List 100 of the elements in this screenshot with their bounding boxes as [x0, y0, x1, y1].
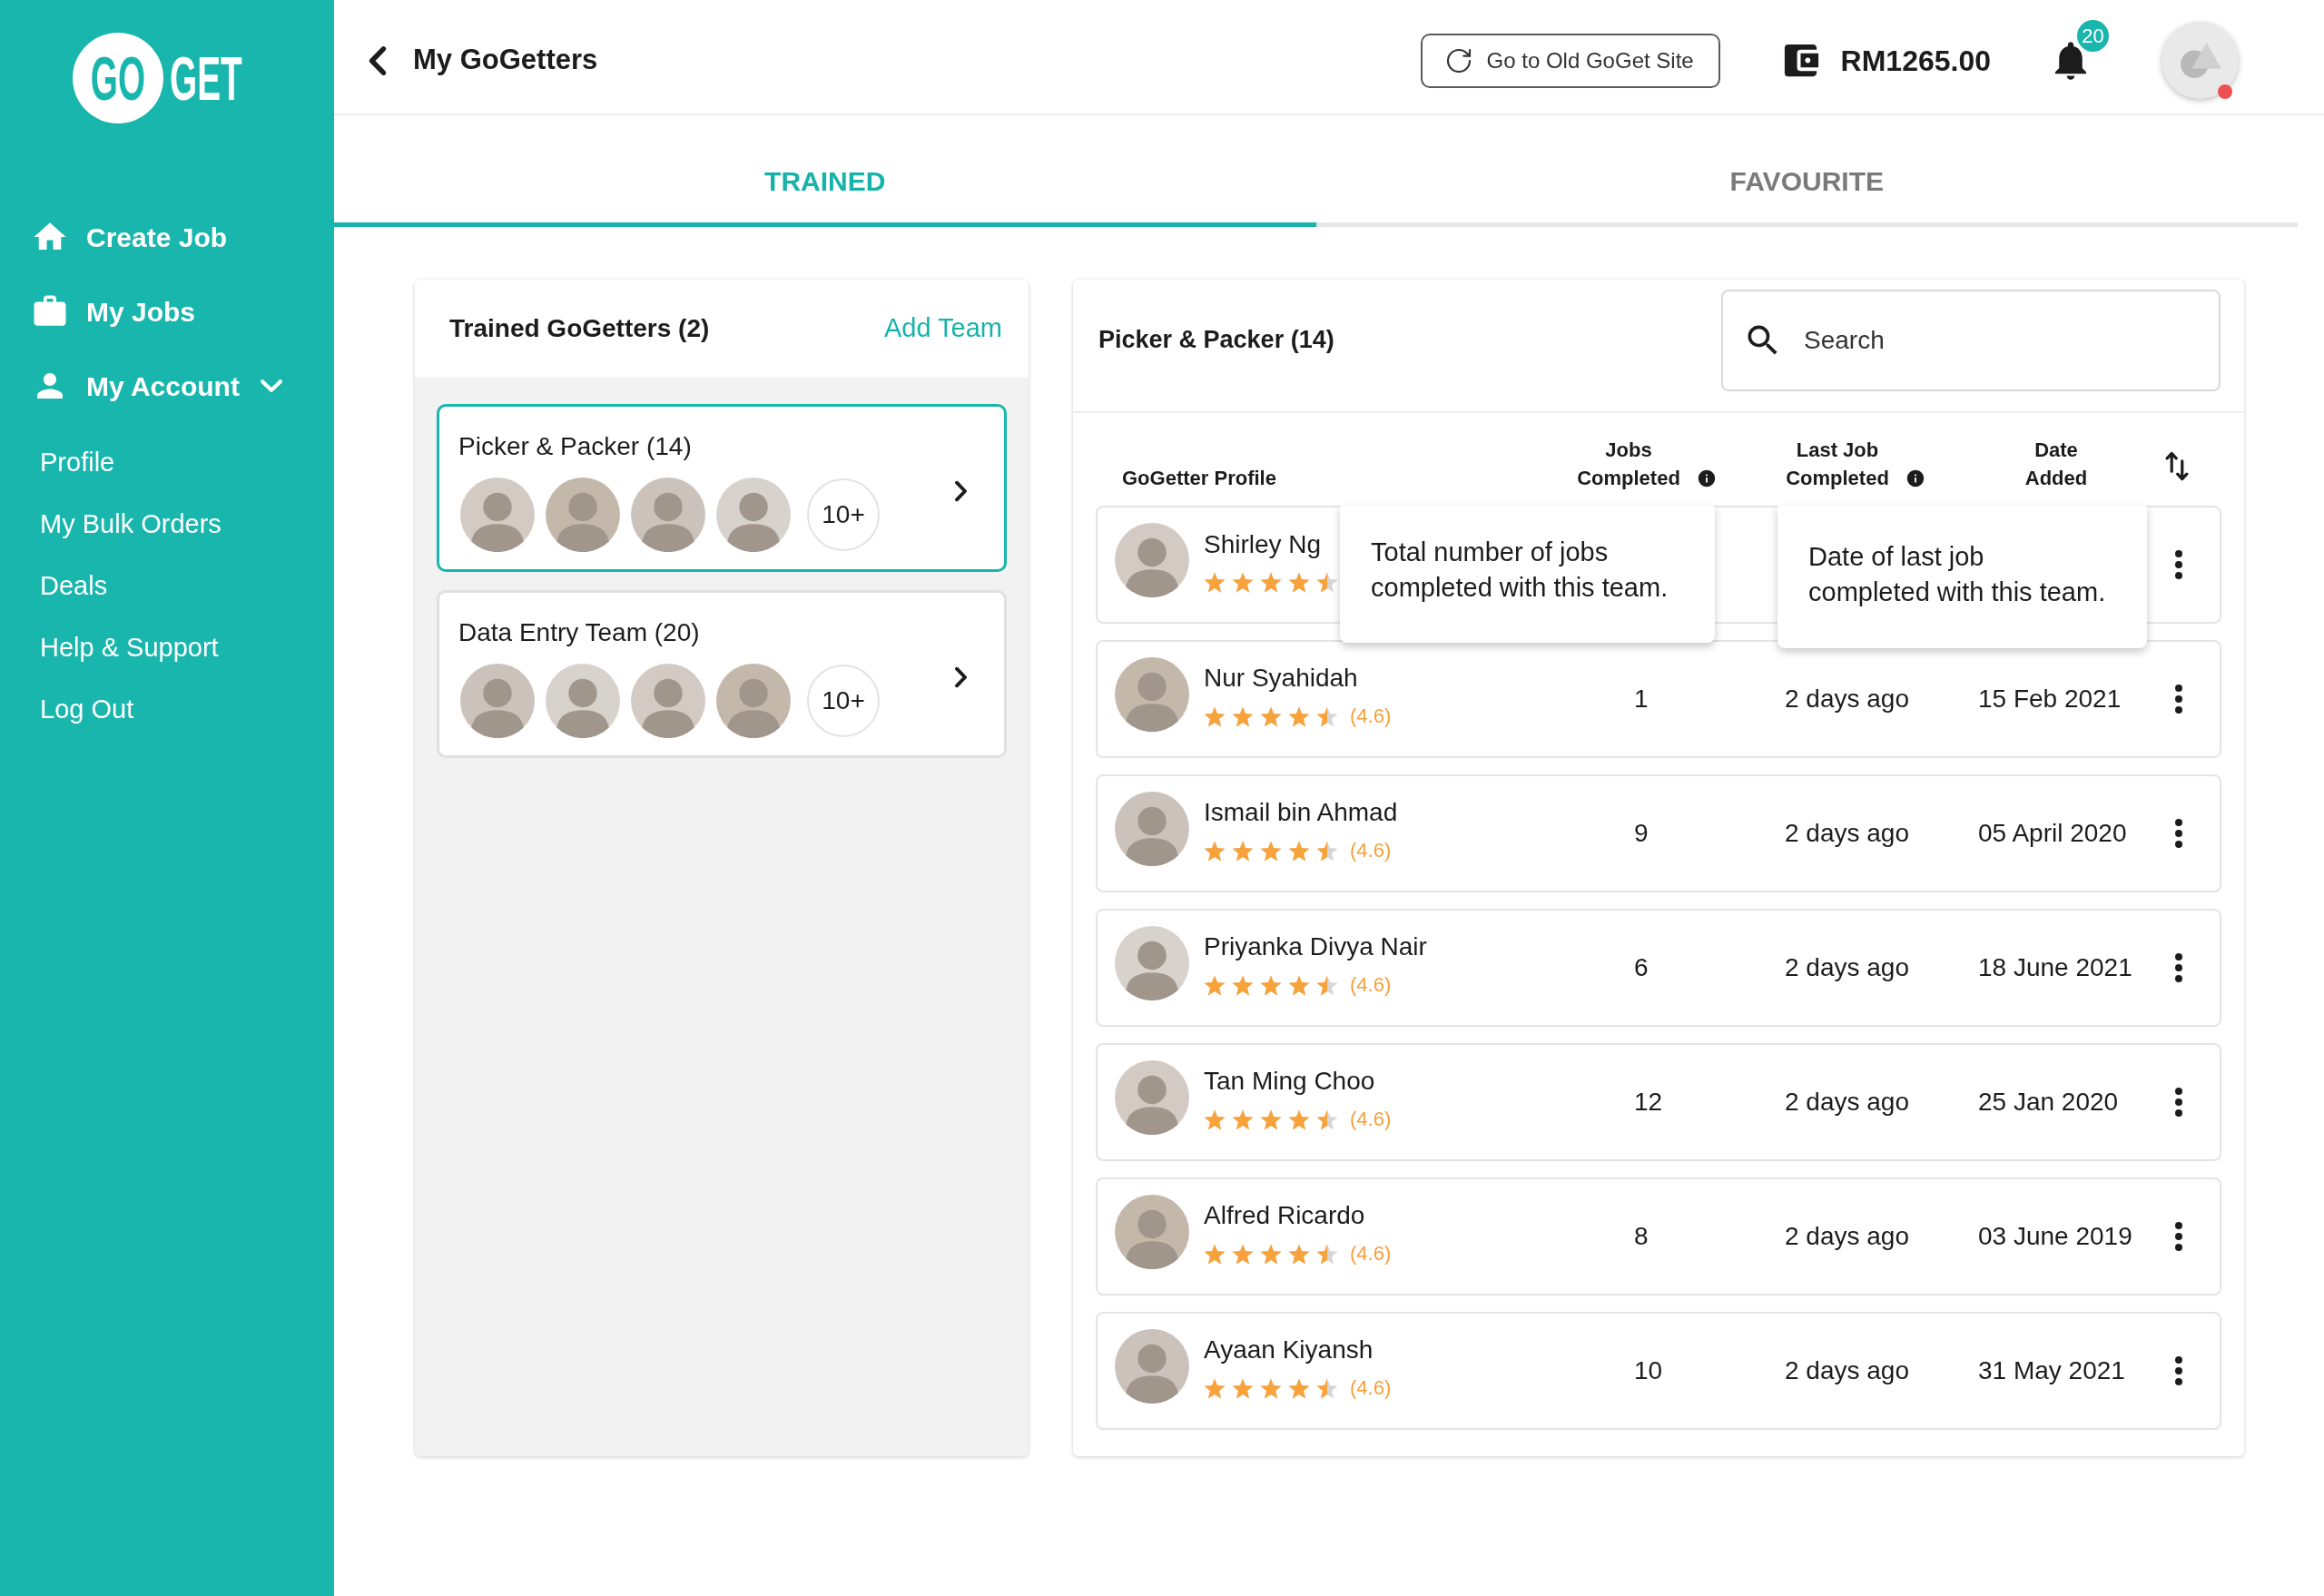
more-options-button[interactable] [2175, 685, 2182, 714]
star-icon [1288, 571, 1310, 593]
star-icon [1204, 974, 1226, 996]
jobs-count: 9 [1634, 819, 1649, 847]
more-options-button[interactable] [2175, 953, 2182, 982]
info-icon[interactable] [1905, 468, 1925, 488]
column-header: GoGetter Profile [1122, 467, 1276, 489]
jobs-count: 12 [1634, 1088, 1663, 1116]
star-icon [1204, 705, 1226, 727]
rating-value: (4.6) [1350, 840, 1392, 862]
star-icon [1260, 705, 1282, 727]
person-avatar-icon [1115, 792, 1189, 866]
chevron-right-icon [954, 479, 968, 502]
member-name: Ayaan Kiyansh [1204, 1335, 1374, 1365]
person-avatar-icon [1115, 523, 1189, 597]
person-avatar-icon [1115, 926, 1189, 1000]
star-icon [1316, 705, 1338, 727]
star-icon [1288, 1377, 1310, 1399]
more-options-button[interactable] [2175, 550, 2182, 579]
date-added: 05 April 2020 [1978, 819, 2127, 847]
nav-subitem[interactable]: Profile [40, 443, 115, 483]
more-options-button[interactable] [2175, 819, 2182, 848]
star-icon [1316, 1243, 1338, 1265]
nav-subitem[interactable]: Deals [40, 566, 108, 606]
notifications-button[interactable] [2055, 41, 2086, 80]
nav-subitem[interactable]: Help & Support [40, 628, 219, 668]
rating-value: (4.6) [1350, 1377, 1392, 1399]
person-avatar-icon [716, 477, 791, 552]
info-icon[interactable] [1697, 468, 1717, 488]
star-icon [1204, 1377, 1226, 1399]
more-options-button[interactable] [2175, 1356, 2182, 1385]
person-avatar-icon [460, 477, 535, 552]
shapes-icon [2179, 42, 2221, 79]
sort-button[interactable] [2165, 450, 2189, 482]
star-icon [1316, 974, 1338, 996]
last-job-time: 2 days ago [1785, 819, 1909, 847]
more-vertical-icon [2175, 1356, 2182, 1385]
page-title: My GoGetters [413, 43, 598, 78]
more-vertical-icon [2175, 1222, 2182, 1251]
person-avatar-icon [716, 663, 791, 738]
more-options-button[interactable] [2175, 1088, 2182, 1117]
nav-item[interactable]: My Account [31, 365, 283, 407]
more-vertical-icon [2175, 819, 2182, 848]
chevron-left-icon [368, 44, 388, 76]
balance-amount: RM1265.00 [1840, 43, 1991, 79]
date-added: 31 May 2021 [1978, 1356, 2125, 1384]
member-name: Nur Syahidah [1204, 663, 1359, 694]
star-icon [1260, 1108, 1282, 1130]
last-job-time: 2 days ago [1785, 685, 1909, 713]
more-vertical-icon [2175, 1088, 2182, 1117]
jobs-count: 8 [1634, 1222, 1649, 1250]
nav-subitem[interactable]: My Bulk Orders [40, 505, 222, 545]
nav-subitem[interactable]: Log Out [40, 690, 134, 730]
jobs-count: 10 [1634, 1356, 1663, 1384]
person-avatar-icon [546, 477, 620, 552]
star-icon [1288, 974, 1310, 996]
panel-title: Picker & Packer (14) [1098, 325, 1334, 356]
star-icon [1232, 705, 1254, 727]
last-job-time: 2 days ago [1785, 1356, 1909, 1384]
star-icon [1288, 705, 1310, 727]
more-options-button[interactable] [2175, 1222, 2182, 1251]
star-icon [1232, 1108, 1254, 1130]
person-avatar-icon [1115, 1060, 1189, 1135]
add-team-button[interactable]: Add Team [883, 309, 1002, 349]
tooltip: Date of last job completed with this team. [1777, 506, 2147, 648]
star-icon [1260, 840, 1282, 862]
star-icon [1288, 1243, 1310, 1265]
star-icon [1232, 840, 1254, 862]
star-icon [1316, 1377, 1338, 1399]
nav-item[interactable]: Create Job [31, 216, 228, 258]
column-header: Date Added [2024, 438, 2089, 491]
star-icon [1232, 1243, 1254, 1265]
search-field[interactable]: Search [1721, 289, 2221, 391]
account-avatar-button[interactable] [2162, 22, 2239, 99]
nav-item[interactable]: My Jobs [31, 291, 196, 332]
person-avatar-icon [631, 663, 705, 738]
tab[interactable]: FAVOURITE [1315, 115, 2298, 227]
date-added: 15 Feb 2021 [1978, 685, 2122, 713]
team-name: Picker & Packer (14) [458, 430, 693, 462]
star-icon [1260, 1243, 1282, 1265]
star-icon [1232, 571, 1254, 593]
star-icon [1232, 1377, 1254, 1399]
team-card[interactable]: Picker & Packer (14) 10+ [437, 404, 1007, 572]
tooltip: Total number of jobs completed with this team. [1340, 506, 1715, 643]
member-name: Shirley Ng [1204, 528, 1323, 560]
tab[interactable]: TRAINED [334, 115, 1316, 227]
old-site-button[interactable]: Go to Old GoGet Site [1420, 33, 1720, 88]
jobs-count: 1 [1634, 685, 1649, 713]
bell-icon [2055, 41, 2086, 80]
star-icon [1260, 1377, 1282, 1399]
date-added: 25 Jan 2020 [1978, 1088, 2119, 1116]
star-icon [1204, 1243, 1226, 1265]
star-icon [1204, 840, 1226, 862]
star-icon [1204, 571, 1226, 593]
date-added: 18 June 2021 [1978, 953, 2132, 981]
team-card[interactable]: Data Entry Team (20) 10+ [437, 590, 1007, 758]
back-button[interactable] [368, 44, 388, 76]
more-vertical-icon [2175, 685, 2182, 714]
person-avatar-icon [546, 663, 620, 738]
rating-value: (4.6) [1350, 1108, 1392, 1130]
